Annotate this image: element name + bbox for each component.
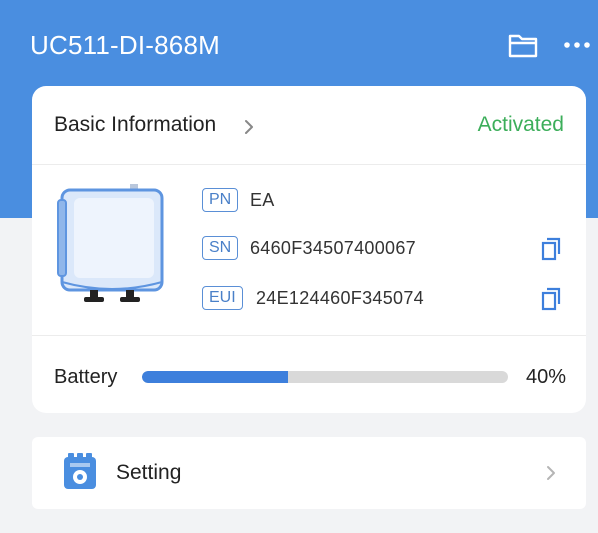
battery-percent: 40% bbox=[525, 366, 566, 388]
settings-gear-icon bbox=[62, 453, 98, 496]
more-dots-icon[interactable] bbox=[562, 30, 592, 60]
eui-value: 24E124460F345074 bbox=[256, 288, 424, 308]
pn-tag: PN bbox=[202, 188, 239, 212]
folder-icon[interactable] bbox=[506, 30, 540, 60]
eui-tag: EUI bbox=[202, 286, 243, 310]
setting-row[interactable]: Setting bbox=[32, 437, 586, 509]
chevron-right-icon bbox=[546, 465, 556, 486]
activation-status: Activated bbox=[477, 113, 564, 136]
copy-sn-icon[interactable] bbox=[540, 237, 562, 261]
copy-eui-icon[interactable] bbox=[540, 287, 562, 311]
chevron-right-icon bbox=[244, 119, 254, 140]
sn-row: SN 6460F34507400067 bbox=[202, 236, 572, 262]
setting-label: Setting bbox=[116, 461, 182, 484]
pn-row: PN EA bbox=[202, 188, 572, 214]
sn-value: 6460F34507400067 bbox=[250, 238, 416, 258]
basic-information-row[interactable]: Basic Information Activated bbox=[32, 86, 586, 165]
battery-label: Battery bbox=[54, 366, 118, 388]
eui-row: EUI 24E124460F345074 bbox=[202, 286, 572, 312]
sn-tag: SN bbox=[202, 236, 239, 260]
battery-bar-fill bbox=[142, 371, 289, 383]
pn-value: EA bbox=[250, 190, 275, 210]
card-divider bbox=[32, 335, 586, 336]
device-info-card: Basic Information Activated PN EA SN 646… bbox=[32, 86, 586, 413]
device-title: UC511-DI-868M bbox=[30, 30, 220, 60]
device-controller-icon bbox=[56, 184, 168, 313]
battery-bar bbox=[142, 371, 508, 383]
basic-information-title: Basic Information bbox=[54, 113, 217, 136]
